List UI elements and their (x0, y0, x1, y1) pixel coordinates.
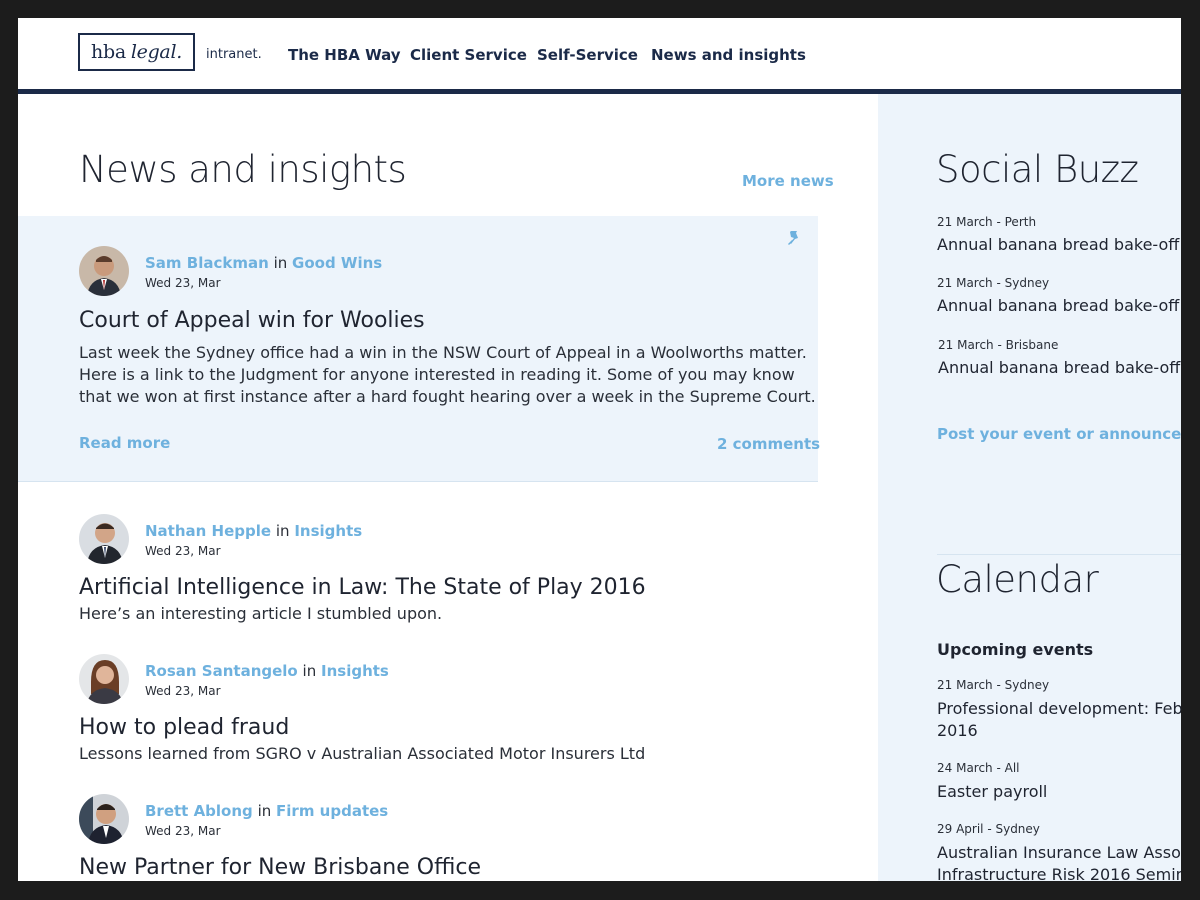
author-link[interactable]: Nathan Hepple (145, 522, 271, 540)
post-summary: Lessons learned from SGRO v Australian A… (79, 744, 646, 763)
author-link[interactable]: Rosan Santangelo (145, 662, 298, 680)
post-meta: Sam Blackman in Good Wins (145, 254, 382, 272)
in-text: in (257, 802, 272, 820)
post-event-link[interactable]: Post your event or announcement (937, 425, 1181, 443)
post-date: Wed 23, Mar (145, 684, 221, 698)
post-date: Wed 23, Mar (145, 824, 221, 838)
post-body-line: Here is a link to the Judgment for anyon… (79, 365, 795, 384)
calendar-title: Calendar (936, 558, 1099, 601)
event-title-line: Infrastructure Risk 2016 Seminar (937, 865, 1181, 881)
social-item-title[interactable]: Annual banana bread bake-off (937, 295, 1179, 317)
social-item-date: 21 March - Perth (937, 215, 1037, 229)
social-item-date: 21 March - Brisbane (938, 338, 1059, 352)
post-date: Wed 23, Mar (145, 544, 221, 558)
social-item-date: 21 March - Sydney (937, 276, 1050, 290)
logo-text-main: hba (91, 41, 126, 63)
avatar[interactable] (79, 794, 129, 844)
category-link[interactable]: Insights (321, 662, 389, 680)
event-title-line: Easter payroll (937, 782, 1048, 801)
upcoming-events-heading: Upcoming events (937, 640, 1094, 659)
category-link[interactable]: Insights (294, 522, 362, 540)
logo-subtitle: intranet. (206, 47, 262, 62)
event-title[interactable]: Australian Insurance Law Associa Infrast… (937, 842, 1181, 881)
post-body-line: Last week the Sydney office had a win in… (79, 343, 807, 362)
nav-self-service[interactable]: Self-Service (537, 46, 638, 64)
avatar[interactable] (79, 654, 129, 704)
in-text: in (275, 522, 290, 540)
post-summary: Here’s an interesting article I stumbled… (79, 604, 443, 623)
read-more-link[interactable]: Read more (79, 434, 170, 452)
post-meta: Brett Ablong in Firm updates (145, 802, 388, 820)
post-title[interactable]: Court of Appeal win for Woolies (79, 308, 425, 333)
more-news-link[interactable]: More news (742, 172, 834, 190)
post-body-line: that we won at first instance after a ha… (79, 387, 816, 406)
nav-news-and-insights[interactable]: News and insights (651, 46, 806, 64)
in-text: in (273, 254, 288, 272)
avatar[interactable] (79, 514, 129, 564)
event-title[interactable]: Easter payroll (937, 781, 1047, 803)
logo-text-italic: legal. (130, 41, 182, 63)
nav-client-service[interactable]: Client Service (410, 46, 527, 64)
pin-icon[interactable] (785, 230, 803, 248)
social-item-title[interactable]: Annual banana bread bake-off - T (938, 357, 1181, 379)
event-title[interactable]: Professional development: Febru 2016 (937, 698, 1181, 742)
top-header: hba legal. intranet. The HBA Way Client … (18, 18, 1181, 89)
post-title[interactable]: How to plead fraud (79, 715, 289, 740)
post-meta: Rosan Santangelo in Insights (145, 662, 389, 680)
author-link[interactable]: Sam Blackman (145, 254, 269, 272)
sidebar: Social Buzz 21 March - Perth Annual bana… (878, 94, 1181, 881)
page-title: News and insights (79, 148, 407, 191)
sidebar-divider (937, 554, 1181, 555)
category-link[interactable]: Firm updates (276, 802, 388, 820)
post-body: Last week the Sydney office had a win in… (79, 342, 816, 408)
post-date: Wed 23, Mar (145, 276, 221, 290)
event-date: 29 April - Sydney (937, 822, 1040, 836)
social-buzz-title: Social Buzz (936, 148, 1139, 191)
nav-the-hba-way[interactable]: The HBA Way (288, 46, 401, 64)
avatar[interactable] (79, 246, 129, 296)
app-frame: hba legal. intranet. The HBA Way Client … (18, 18, 1181, 881)
in-text: in (302, 662, 317, 680)
event-date: 24 March - All (937, 761, 1020, 775)
comments-link[interactable]: 2 comments (717, 435, 820, 453)
event-date: 21 March - Sydney (937, 678, 1050, 692)
event-title-line: 2016 (937, 721, 978, 740)
post-title[interactable]: Artificial Intelligence in Law: The Stat… (79, 575, 646, 600)
author-link[interactable]: Brett Ablong (145, 802, 253, 820)
event-title-line: Professional development: Febru (937, 699, 1181, 718)
post-title[interactable]: New Partner for New Brisbane Office (79, 855, 481, 880)
post-meta: Nathan Hepple in Insights (145, 522, 362, 540)
social-item-title[interactable]: Annual banana bread bake-off (937, 234, 1179, 256)
logo[interactable]: hba legal. (78, 33, 195, 71)
event-title-line: Australian Insurance Law Associa (937, 843, 1181, 862)
category-link[interactable]: Good Wins (292, 254, 382, 272)
